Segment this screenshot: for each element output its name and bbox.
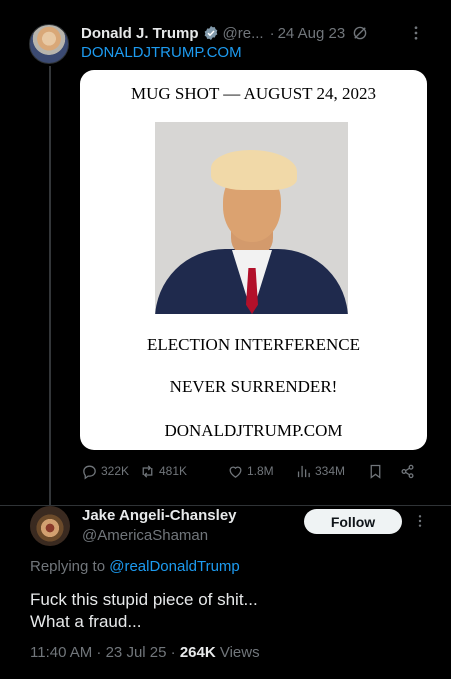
views-action[interactable]: 334M: [295, 461, 345, 481]
repost-action[interactable]: 481K: [139, 461, 187, 481]
reply-author-handle[interactable]: @AmericaShaman: [82, 527, 208, 544]
post-link[interactable]: DONALDJTRUMP.COM: [81, 44, 242, 61]
card-title: MUG SHOT — AUGUST 24, 2023: [131, 84, 376, 103]
more-icon[interactable]: [412, 513, 428, 529]
views-count: 334M: [315, 464, 346, 478]
bookmark-icon: [370, 464, 381, 479]
mugshot-photo: [155, 122, 348, 314]
share-icon: [401, 464, 414, 478]
repost-count: 481K: [159, 464, 188, 478]
post-header: Donald J. Trump @re... · 24 Aug 23: [81, 22, 441, 44]
reply-meta: 11:40 AM · 23 Jul 25 · 264K Views: [30, 644, 260, 661]
replying-prefix: Replying to: [30, 558, 106, 575]
action-bar: 322K 481K 1.8M 334M: [81, 461, 421, 481]
post-date[interactable]: 24 Aug 23: [278, 25, 346, 42]
original-post: Donald J. Trump @re... · 24 Aug 23 DONAL…: [0, 0, 451, 506]
reply-count: 322K: [101, 464, 130, 478]
reply-views-label: Views: [219, 644, 260, 661]
repost-icon: [142, 464, 153, 478]
like-count: 1.8M: [247, 464, 274, 478]
divider: [0, 505, 451, 506]
reply-author-name[interactable]: Jake Angeli-Chansley: [82, 507, 237, 524]
replying-mention[interactable]: @realDonaldTrump: [109, 558, 240, 575]
author-handle[interactable]: @re...: [223, 25, 264, 42]
avatar[interactable]: [29, 24, 69, 64]
reply-text: Fuck this stupid piece of shit... What a…: [30, 589, 430, 633]
reply-views-count: 264K: [179, 644, 216, 661]
like-icon: [229, 466, 242, 478]
reply-text-line-2: What a fraud...: [30, 612, 142, 631]
share-action[interactable]: [399, 461, 419, 481]
reply-avatar[interactable]: [30, 506, 70, 546]
more-icon[interactable]: [407, 24, 425, 42]
reply-icon: [83, 465, 96, 480]
follow-button[interactable]: Follow: [304, 509, 402, 534]
bookmark-action[interactable]: [367, 461, 387, 481]
thread-line: [49, 66, 51, 506]
like-action[interactable]: 1.8M: [227, 461, 274, 481]
author-name[interactable]: Donald J. Trump: [81, 25, 199, 42]
views-icon: [297, 465, 310, 477]
reply-action[interactable]: 322K: [81, 461, 129, 481]
separator-dot: ·: [269, 24, 275, 42]
verified-badge-icon: [204, 26, 217, 40]
edit-slash-icon: [353, 26, 367, 40]
reply-text-line-1: Fuck this stupid piece of shit...: [30, 590, 258, 609]
post-image[interactable]: MUG SHOT — AUGUST 24, 2023 ELECTION INTE…: [80, 70, 427, 450]
card-line-2: NEVER SURRENDER!: [169, 377, 338, 396]
replying-to: Replying to @realDonaldTrump: [30, 558, 240, 575]
card-line-3: DONALDJTRUMP.COM: [164, 421, 343, 440]
reply-time[interactable]: 11:40 AM · 23 Jul 25 ·: [30, 644, 176, 661]
card-line-1: ELECTION INTERFERENCE: [147, 335, 360, 354]
